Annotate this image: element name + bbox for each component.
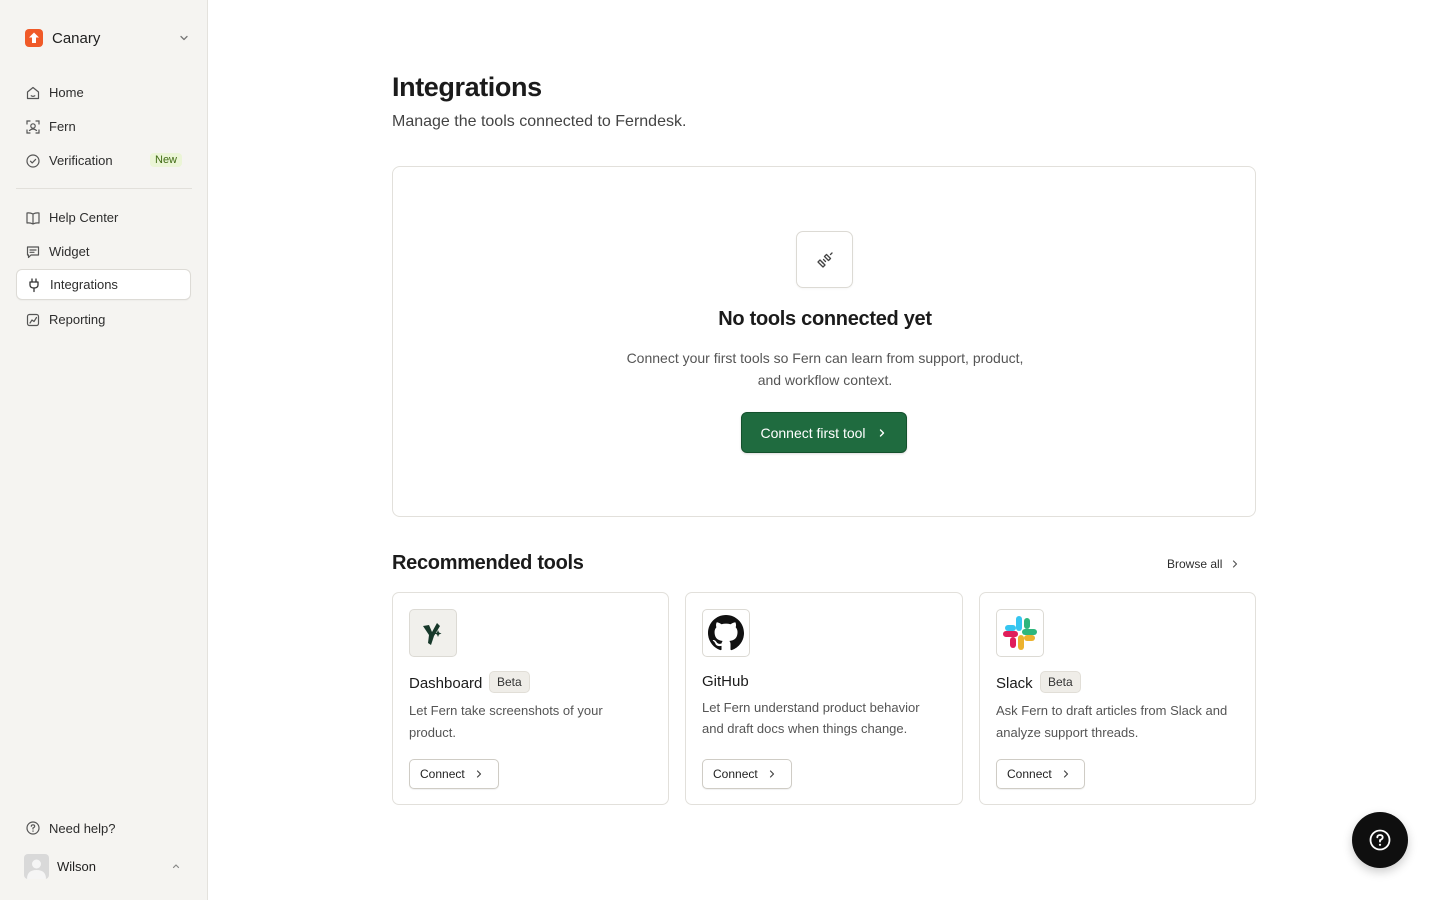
sidebar-item-reporting[interactable]: Reporting: [16, 304, 191, 335]
need-help-label: Need help?: [49, 820, 116, 836]
connect-label: Connect: [420, 767, 465, 781]
chevron-right-icon: [879, 428, 884, 437]
book-icon: [26, 211, 40, 225]
page-title: Integrations: [392, 72, 542, 102]
chevron-right-icon: [476, 770, 481, 778]
tool-name: Slack: [996, 675, 1033, 692]
link-icon: [816, 251, 833, 268]
github-logo: [702, 609, 750, 657]
sidebar-item-label: Reporting: [49, 312, 106, 327]
sidebar-item-label: Verification: [49, 153, 113, 168]
empty-state-title: No tools connected yet: [718, 308, 932, 330]
fern-icon: [26, 119, 40, 134]
sidebar-item-label: Help Center: [49, 210, 119, 225]
connect-dashboard-button[interactable]: Connect: [409, 759, 499, 789]
tool-description: Ask Fern to draft articles from Slack an…: [996, 703, 1228, 740]
tool-name: GitHub: [702, 673, 749, 690]
beta-badge: Beta: [1040, 671, 1081, 693]
slack-logo: [996, 609, 1044, 657]
chevron-up-icon: [172, 864, 180, 869]
check-circle-icon: [26, 153, 40, 168]
sidebar-item-label: Integrations: [50, 277, 118, 292]
connect-label: Connect: [713, 767, 758, 781]
sidebar-item-help-center[interactable]: Help Center: [16, 202, 191, 233]
avatar: [24, 853, 49, 879]
slack-logo-icon: [1003, 616, 1037, 650]
browse-all-label: Browse all: [1167, 557, 1223, 571]
sidebar-item-fern[interactable]: Fern: [16, 111, 191, 142]
workspace-switcher[interactable]: Canary: [16, 22, 192, 54]
empty-state-description: Connect your first tools so Fern can lea…: [626, 350, 1024, 388]
question-circle-icon: [1369, 829, 1391, 851]
user-menu[interactable]: Wilson: [16, 850, 191, 882]
user-silhouette-icon: [27, 859, 46, 879]
chat-icon: [26, 245, 40, 258]
browse-all-link[interactable]: Browse all: [1160, 554, 1247, 574]
canary-logo-icon: [25, 29, 43, 47]
sidebar-item-integrations[interactable]: Integrations: [16, 269, 191, 300]
chevron-right-icon: [769, 770, 774, 778]
connect-slack-button[interactable]: Connect: [996, 759, 1085, 789]
sidebar-item-widget[interactable]: Widget: [16, 236, 191, 267]
connect-label: Connect: [1007, 767, 1052, 781]
tool-name: Dashboard: [409, 675, 483, 692]
home-icon: [26, 86, 40, 99]
sidebar-item-home[interactable]: Home: [16, 77, 191, 108]
chevron-right-icon: [1063, 770, 1068, 778]
page-subtitle: Manage the tools connected to Ferndesk.: [392, 113, 687, 130]
sidebar: Canary Home Fern Verification New Help C…: [0, 0, 208, 900]
tool-card-dashboard: Dashboard Beta Let Fern take screenshots…: [392, 592, 669, 805]
tool-description: Let Fern understand product behavior and…: [702, 700, 920, 736]
recommended-tools-title: Recommended tools: [392, 552, 584, 574]
question-circle-icon: [26, 821, 40, 835]
chevron-down-icon: [180, 35, 188, 41]
tool-card-slack: Slack Beta Ask Fern to draft articles fr…: [979, 592, 1256, 805]
sidebar-divider: [16, 188, 192, 189]
tool-description: Let Fern take screenshots of your produc…: [409, 703, 603, 740]
plug-icon: [29, 277, 39, 292]
chart-icon: [26, 313, 40, 326]
github-logo-icon: [708, 615, 744, 651]
sidebar-item-verification[interactable]: Verification New: [16, 145, 191, 176]
dashboard-logo: [409, 609, 457, 657]
sidebar-item-label: Widget: [49, 244, 90, 259]
user-name: Wilson: [57, 858, 97, 874]
connect-github-button[interactable]: Connect: [702, 759, 792, 789]
sidebar-item-label: Fern: [49, 119, 76, 134]
new-badge: New: [150, 153, 183, 167]
need-help-link[interactable]: Need help?: [16, 813, 191, 843]
help-chat-button[interactable]: [1352, 812, 1408, 868]
dashboard-logo-icon: [423, 623, 442, 645]
tool-card-github: GitHub Let Fern understand product behav…: [685, 592, 963, 805]
sidebar-item-label: Home: [49, 85, 84, 100]
empty-state-card: No tools connected yet Connect your firs…: [392, 166, 1256, 517]
beta-badge: Beta: [489, 671, 530, 693]
chevron-right-icon: [1233, 560, 1238, 568]
connect-first-tool-label: Connect first tool: [760, 424, 866, 441]
empty-state-icon-box: [796, 231, 853, 288]
workspace-name: Canary: [52, 29, 101, 47]
connect-first-tool-button[interactable]: Connect first tool: [741, 412, 907, 453]
